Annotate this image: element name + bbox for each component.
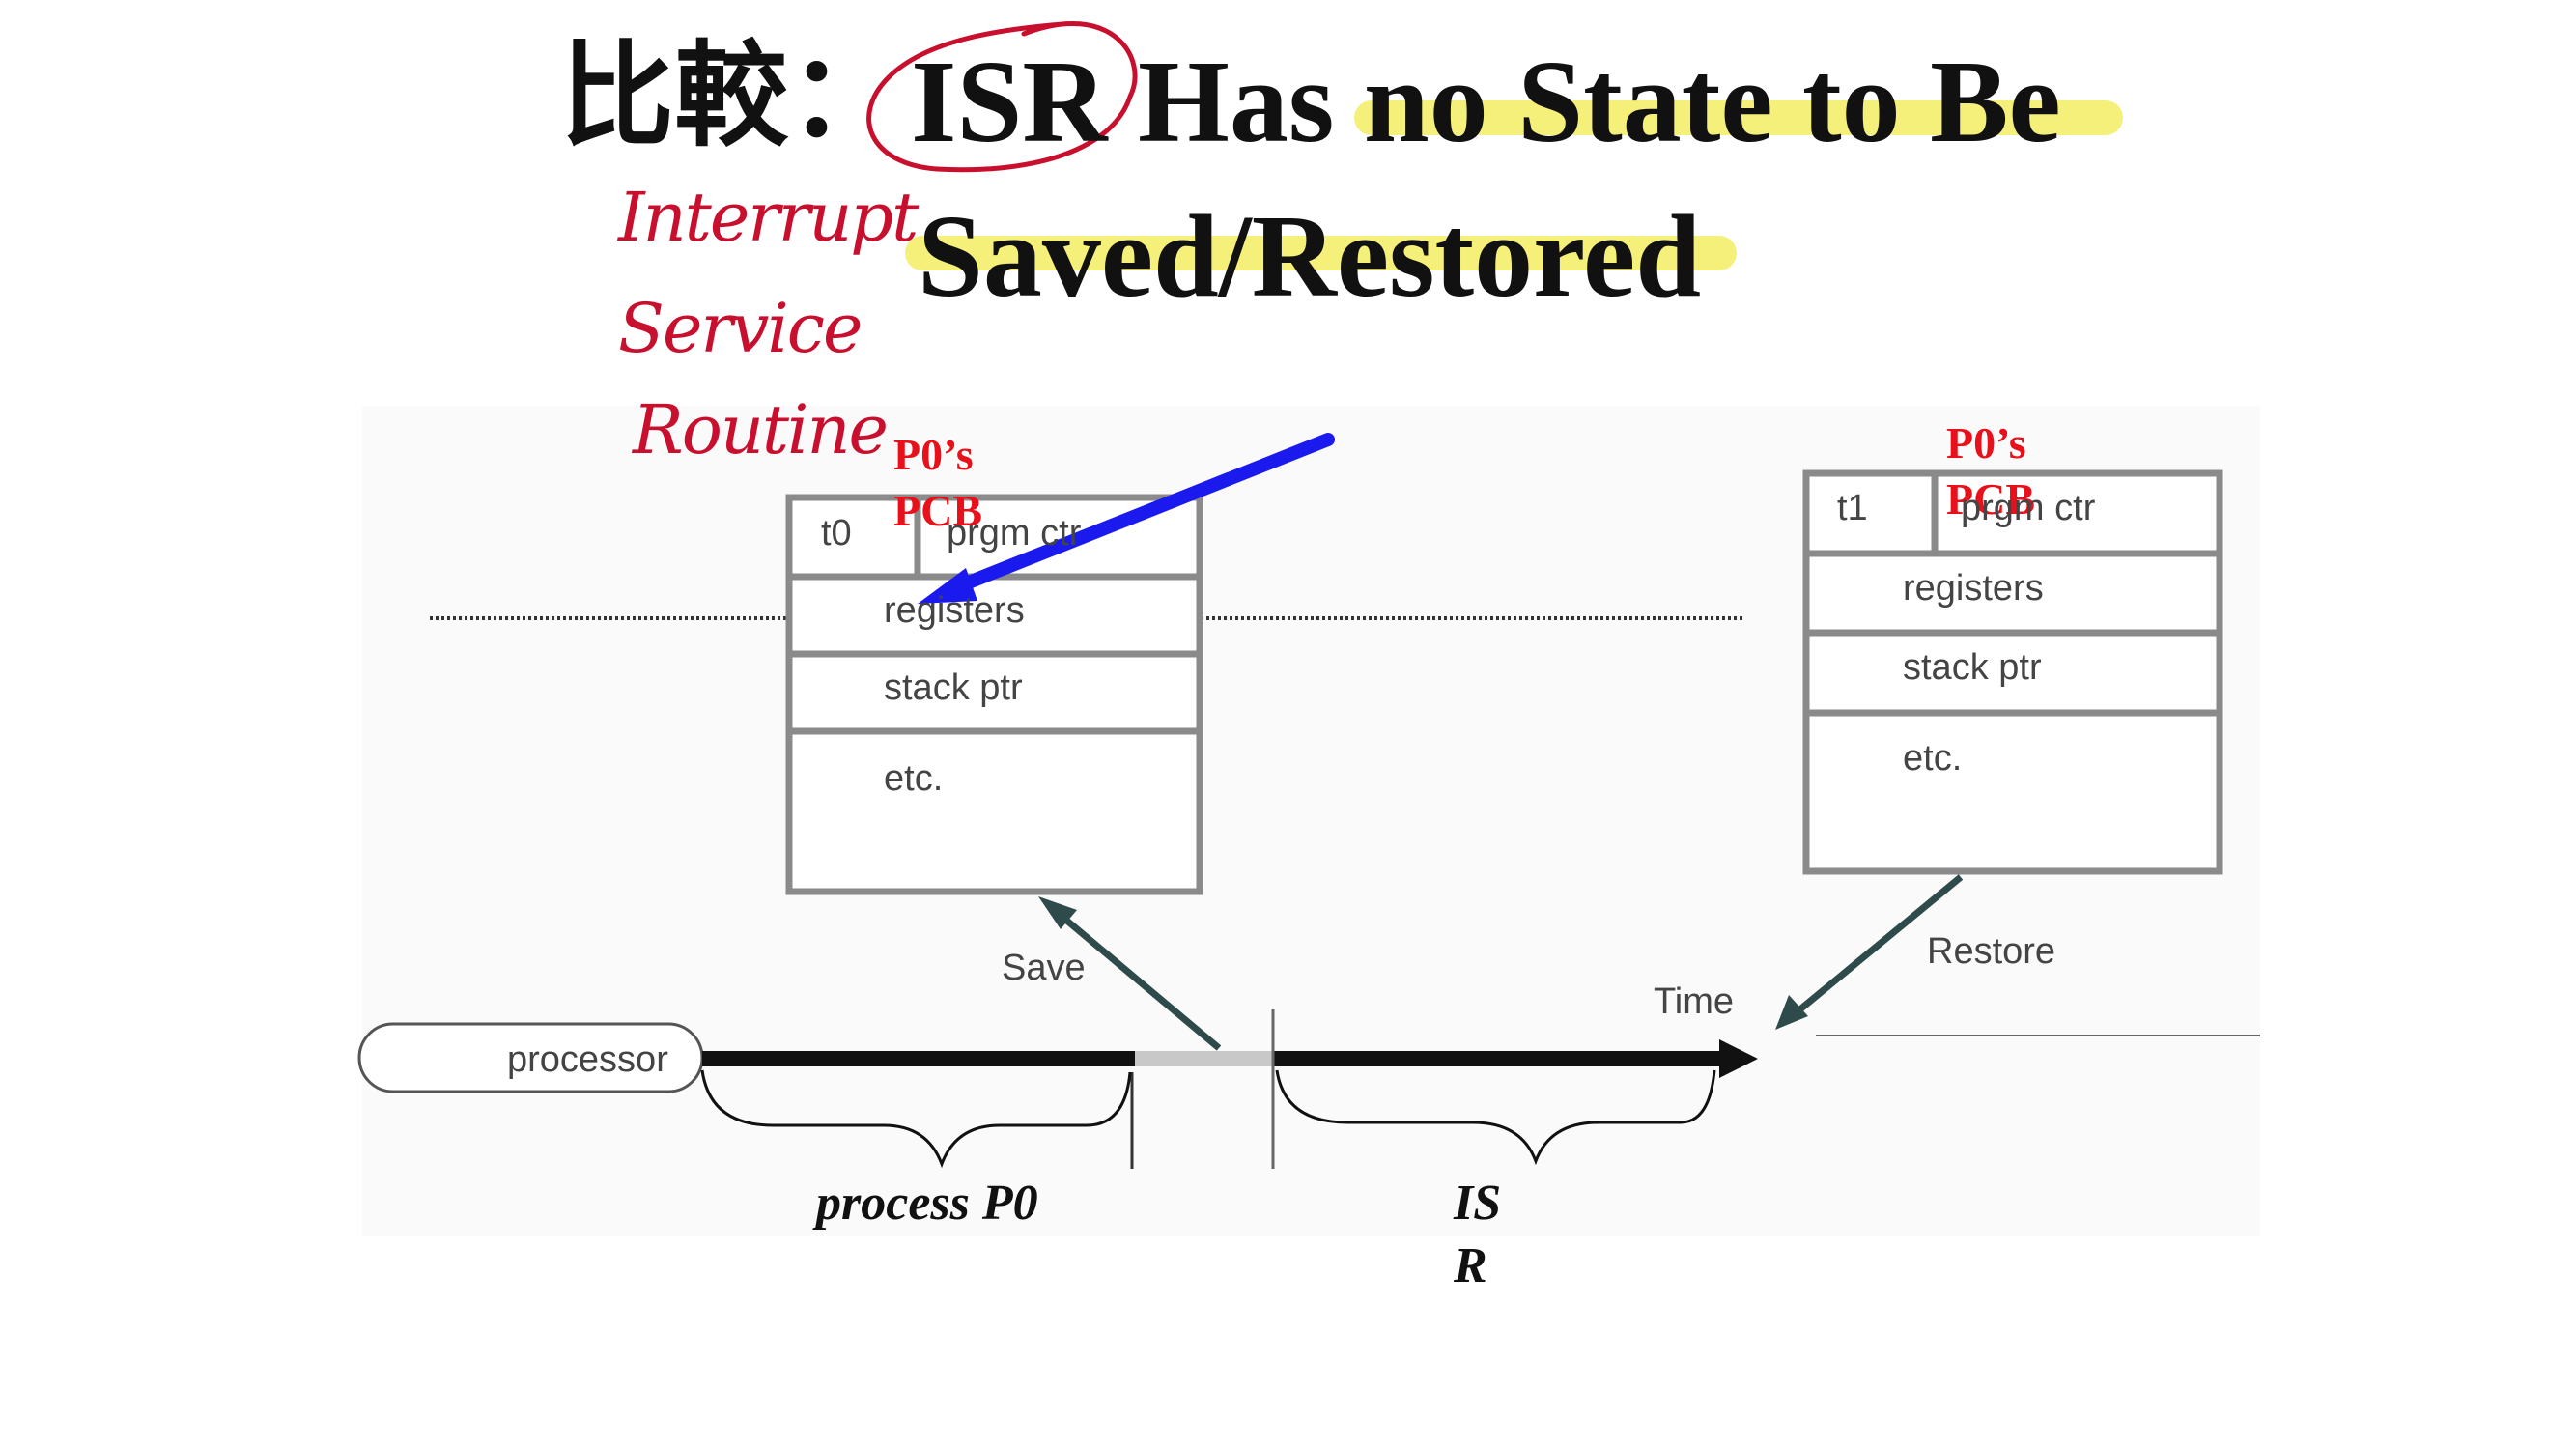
pcb-right-stack-ptr: stack ptr bbox=[1903, 647, 2042, 688]
pcb-right-etc: etc. bbox=[1903, 738, 1963, 779]
annotation-routine: Routine bbox=[633, 390, 889, 469]
pcb-left-stack-ptr: stack ptr bbox=[884, 667, 1023, 708]
pcb-left-etc: etc. bbox=[884, 758, 944, 799]
pcb-left-label-line1: P0’s bbox=[893, 430, 974, 479]
pcb-left-time: t0 bbox=[821, 513, 852, 554]
pcb-left-prgm-ctr: prgm ctr bbox=[947, 513, 1082, 554]
isr-label-line1: IS bbox=[1454, 1176, 1502, 1231]
processor-label: processor bbox=[507, 1039, 668, 1080]
title-prefix: 比較： bbox=[560, 29, 903, 162]
annotation-service: Service bbox=[618, 289, 863, 368]
pcb-right-registers: registers bbox=[1903, 568, 2044, 609]
pcb-right-time: t1 bbox=[1837, 488, 1868, 528]
save-label: Save bbox=[1002, 948, 1086, 988]
restore-label: Restore bbox=[1927, 931, 2056, 972]
process-p0-label: process P0 bbox=[816, 1176, 1038, 1231]
time-label: Time bbox=[1654, 981, 1735, 1022]
isr-label-line2: R bbox=[1454, 1238, 1487, 1293]
pcb-right-prgm-ctr: prgm ctr bbox=[1961, 488, 2096, 528]
title-line1: Has no State to Be bbox=[1138, 37, 2061, 167]
annotation-interrupt: Interrupt bbox=[618, 178, 919, 257]
title-line2: Saved/Restored bbox=[918, 191, 1702, 322]
title-isr: ISR bbox=[911, 37, 1108, 167]
pcb-right-label-line1: P0’s bbox=[1946, 418, 2026, 468]
pcb-left-registers: registers bbox=[884, 590, 1025, 631]
